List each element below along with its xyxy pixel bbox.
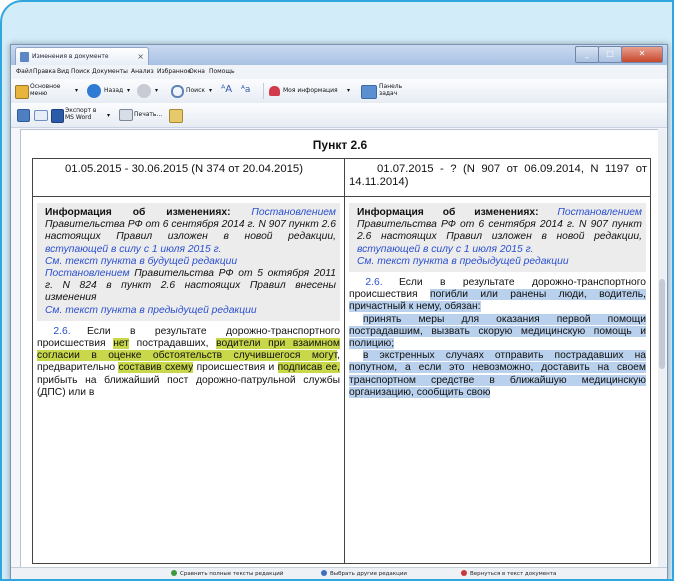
scrollbar-thumb[interactable] [659,279,665,369]
changed-text: составив схему [118,362,194,374]
page-title: Пункт 2.6 [312,138,368,152]
new-text: принять меры для оказания первой помощи … [349,313,646,350]
main-menu-button[interactable]: Основное меню [15,82,73,100]
compare-icon [171,570,177,576]
font-increase-icon: ᴬA [221,84,233,95]
right-paragraph-3: в экстренных случаях отправить пострадав… [349,350,646,399]
tab-close-icon[interactable]: × [137,48,144,66]
return-icon [461,570,467,576]
export-word-button[interactable]: Экспорт в MS Word [51,106,103,124]
compare-full-texts-button[interactable]: Сравнить полные тексты редакций [171,570,283,577]
toolbar-separator [263,83,264,99]
menu-analysis[interactable]: Анализ [131,68,154,75]
main-toolbar: Основное меню ▾ Назад ▾ ▾ Поиск ▾ ᴬA ᴬa [11,79,667,104]
right-paragraph: 2.6. Если в результате дорожно-транспортн… [349,277,646,313]
menu-help[interactable]: Помощь [209,68,235,75]
decree-link[interactable]: Постановлением [557,207,642,218]
forward-button[interactable]: ▾ [137,82,167,100]
left-column-content: Информация об изменениях: Постановлением… [32,196,345,564]
save-icon[interactable] [17,109,30,122]
previous-version-link[interactable]: См. текст пункта в предыдущей редакции [45,305,257,316]
back-to-document-button[interactable]: Вернуться в текст документа [461,570,556,577]
left-paragraph: 2.6. Если в результате дорожно-транспортн… [37,325,340,398]
search-dropdown-icon[interactable]: ▾ [209,87,212,94]
font-decrease-button[interactable]: ᴬa [241,82,255,100]
heart-icon [269,86,280,96]
right-paragraph-2: принять меры для оказания первой помощи … [349,313,646,351]
new-text: в экстренных случаях отправить пострадав… [349,350,646,398]
my-info-dropdown-icon[interactable]: ▾ [347,87,350,94]
choose-other-versions-button[interactable]: Выбрать другие редакции [321,570,407,577]
left-change-info: Информация об изменениях: Постановлением… [37,203,340,321]
document-tab[interactable]: Изменения в документе × [15,47,149,66]
document-toolbar: Экспорт в MS Word ▾ Печать... [11,103,667,128]
document-area: Пункт 2.6 01.05.2015 - 30.06.2015 (N 374… [20,129,660,571]
minimize-button[interactable]: _ [575,46,599,63]
word-icon [51,109,64,123]
mail-icon[interactable] [34,110,48,121]
right-change-info: Информация об изменениях: Постановлением… [349,203,646,273]
search-icon [171,85,184,98]
window-controls: _ □ ✕ [575,46,663,63]
maximize-button[interactable]: □ [598,46,622,63]
menu-documents[interactable]: Документы [92,68,128,75]
tasks-panel-button[interactable]: Панель задач [361,82,421,100]
comparison-table: 01.05.2015 - 30.06.2015 (N 374 от 20.04.… [32,158,651,564]
my-info-button[interactable]: Моя информация ▾ [269,82,355,100]
close-button[interactable]: ✕ [621,46,663,63]
print-preview-icon[interactable] [169,109,183,123]
search-button[interactable]: Поиск ▾ [171,82,217,100]
font-decrease-icon: ᴬa [241,85,251,95]
back-arrow-icon [87,84,101,98]
right-column-header: 01.07.2015 - ? (N 907 от 06.09.2014, N 1… [344,158,651,197]
changed-text: нет [113,338,130,350]
forward-dropdown-icon[interactable]: ▾ [155,87,158,94]
main-menu-dropdown-icon[interactable]: ▾ [75,87,78,94]
app-window: Изменения в документе × _ □ ✕ Файл Правк… [10,44,668,579]
menu-edit[interactable]: Правка [33,68,56,75]
font-increase-button[interactable]: ᴬA [221,82,235,100]
menu-favorites[interactable]: Избранное [157,68,191,75]
tab-title: Изменения в документе [32,53,109,60]
outer-frame: Изменения в документе × _ □ ✕ Файл Правк… [0,0,674,581]
main-menu-icon [15,85,29,99]
info-label: Информация об изменениях: [45,207,231,218]
previous-version-link[interactable]: См. текст пункта в предыдущей редакции [357,256,569,267]
menu-view[interactable]: Вид [57,68,69,75]
effective-date-link[interactable]: вступающей в силу с 1 июля 2015 г. [357,244,534,255]
info-label: Информация об изменениях: [357,207,539,218]
menu-bar: Файл Правка Вид Поиск Документы Анализ И… [11,65,667,79]
back-button[interactable]: Назад ▾ [87,82,135,100]
decree-link[interactable]: Постановлением [251,207,336,218]
status-bar: Сравнить полные тексты редакций Выбрать … [11,567,667,579]
export-dropdown-icon[interactable]: ▾ [107,112,110,119]
menu-windows[interactable]: Окна [189,68,205,75]
vertical-scrollbar[interactable] [658,129,666,569]
right-column-content: Информация об изменениях: Постановлением… [344,196,651,564]
forward-arrow-icon [137,84,151,98]
back-dropdown-icon[interactable]: ▾ [127,87,130,94]
left-column-header: 01.05.2015 - 30.06.2015 (N 374 от 20.04.… [32,158,345,197]
tasks-panel-icon [361,85,377,99]
decree-link-2[interactable]: Постановлением [45,268,130,279]
menu-file[interactable]: Файл [16,68,33,75]
print-button[interactable]: Печать... [119,106,165,124]
title-bar: Изменения в документе × _ □ ✕ [11,45,667,66]
effective-date-link[interactable]: вступающей в силу с 1 июля 2015 г. [45,244,222,255]
versions-icon [321,570,327,576]
menu-search[interactable]: Поиск [71,68,90,75]
document-icon [20,52,29,62]
printer-icon [119,109,133,121]
future-version-link[interactable]: См. текст пункта в будущей редакции [45,256,237,267]
changed-text: подписав ее, [277,362,340,374]
